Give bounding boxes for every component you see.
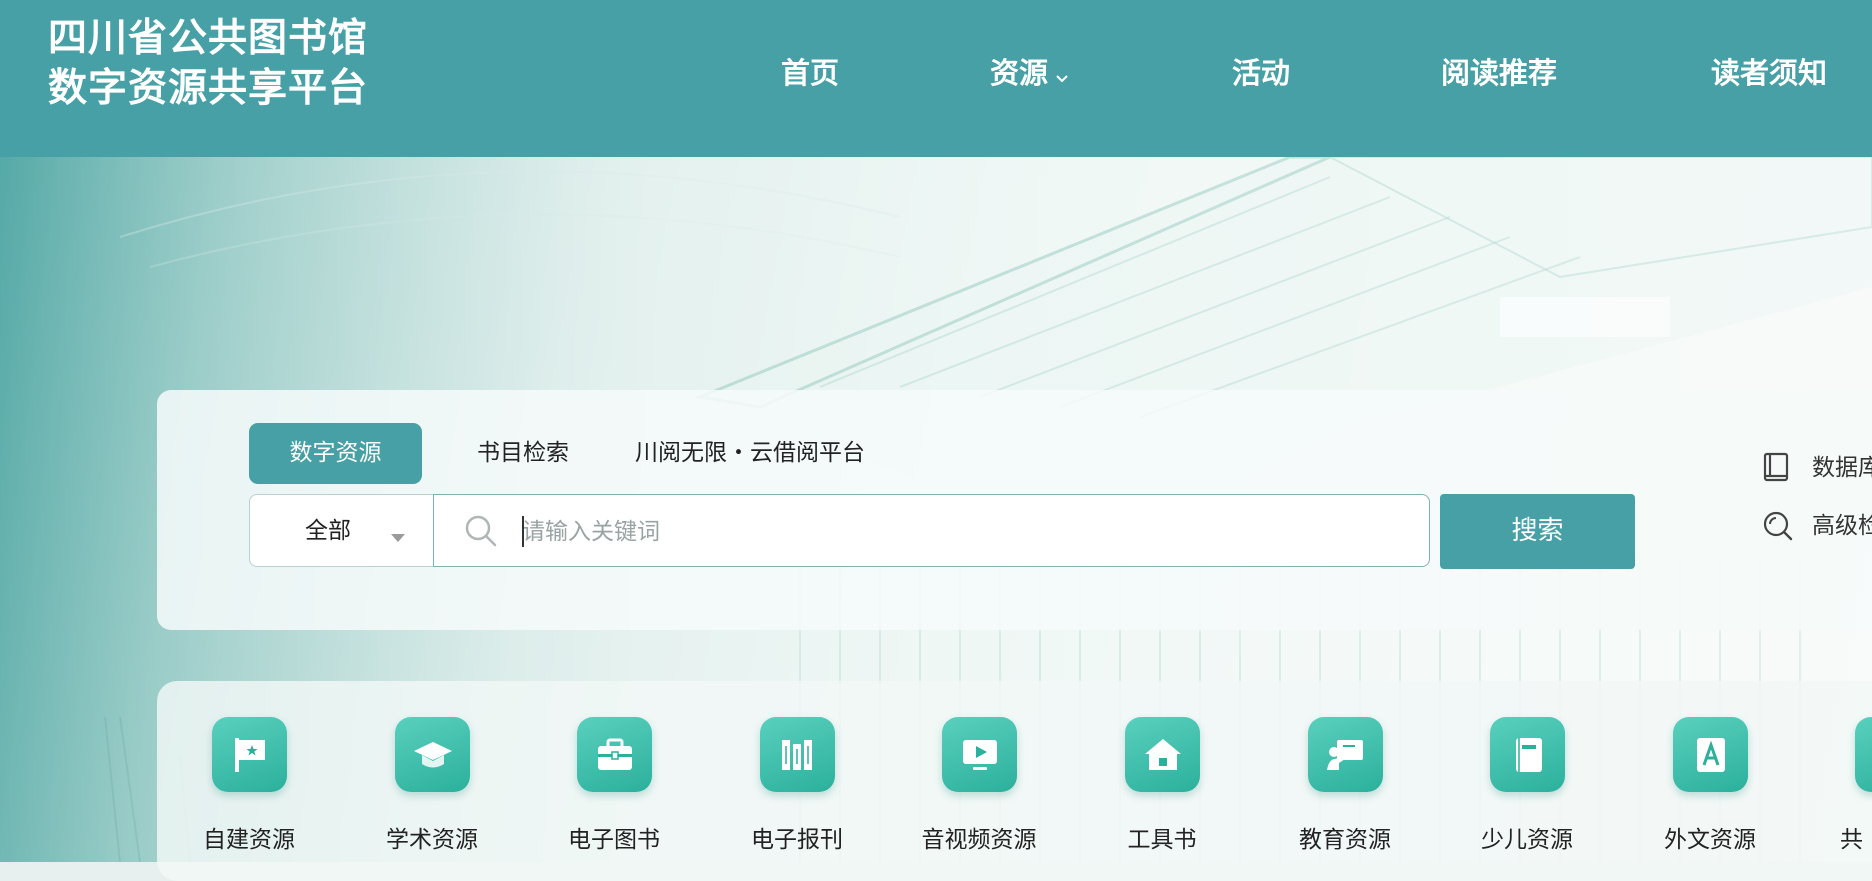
search-scope-select[interactable]: 全部 <box>249 494 433 567</box>
database-link-label: 数据库 <box>1812 455 1872 481</box>
text-cursor <box>522 516 524 547</box>
category-label: 电子报刊 <box>751 827 843 853</box>
search-box <box>433 494 1430 567</box>
category-icon <box>1855 717 1872 792</box>
video-icon <box>942 717 1017 792</box>
advanced-search-link-label: 高级检 <box>1812 513 1872 539</box>
letter-a-icon <box>1673 717 1748 792</box>
nav-item-label: 阅读推荐 <box>1441 56 1558 90</box>
nav-item-home[interactable]: 首页 <box>781 50 839 96</box>
nav-item-label: 活动 <box>1232 56 1291 90</box>
nav-item-activities[interactable]: 活动 <box>1232 50 1290 96</box>
category-label: 少儿资源 <box>1481 827 1573 853</box>
nav-item-label: 资源 <box>990 56 1049 90</box>
chevron-down-icon <box>1054 52 1070 98</box>
notebook-icon <box>1490 717 1565 792</box>
brand-title-line1: 四川省公共图书馆 <box>48 16 369 61</box>
search-panel: 数字资源 书目检索 川阅无限・云借阅平台 全部 搜索 数据库 高级检 <box>157 390 1872 630</box>
nav-item-label: 首页 <box>781 56 840 90</box>
site-logo-title[interactable]: 四川省公共图书馆 数字资源共享平台 <box>48 14 368 114</box>
search-scope-value: 全部 <box>305 518 351 544</box>
search-input[interactable] <box>520 509 1404 555</box>
site-header: 四川省公共图书馆 数字资源共享平台 首页 资源 活动 阅读推荐 读者须知 <box>0 0 1872 157</box>
category-label: 工具书 <box>1127 827 1197 853</box>
flag-icon <box>212 717 287 792</box>
book-icon <box>1762 452 1792 497</box>
category-label: 学术资源 <box>386 827 478 853</box>
search-icon <box>464 514 498 552</box>
graduation-cap-icon <box>395 717 470 792</box>
nav-item-reader-notice[interactable]: 读者须知 <box>1711 50 1827 96</box>
bookshelf-icon <box>760 717 835 792</box>
briefcase-icon <box>577 717 652 792</box>
nav-item-resources[interactable]: 资源 <box>990 50 1070 98</box>
resource-category-strip: 自建资源 学术资源 电子图书 电子报刊 音视频资源 工具书 教育资源 少儿资源 … <box>157 681 1872 881</box>
category-label: 共 <box>1840 827 1863 853</box>
brand-title-line2: 数字资源共享平台 <box>48 66 369 111</box>
category-label: 音视频资源 <box>921 827 1037 853</box>
nav-item-label: 读者须知 <box>1711 56 1828 90</box>
search-button-label: 搜索 <box>1511 516 1564 546</box>
category-label: 教育资源 <box>1299 827 1391 853</box>
tab-digital-resources[interactable]: 数字资源 <box>249 423 422 484</box>
tab-cloud-lending-platform[interactable]: 川阅无限・云借阅平台 <box>635 423 865 484</box>
tab-label: 书目检索 <box>477 440 569 466</box>
tab-label: 数字资源 <box>289 440 382 466</box>
advanced-search-icon <box>1762 510 1794 555</box>
teacher-board-icon <box>1308 717 1383 792</box>
tab-catalog-search[interactable]: 书目检索 <box>477 423 569 484</box>
home-icon <box>1125 717 1200 792</box>
category-label: 自建资源 <box>203 827 295 853</box>
nav-item-reading-recommendations[interactable]: 阅读推荐 <box>1441 50 1557 96</box>
tab-label: 川阅无限・云借阅平台 <box>635 440 865 466</box>
category-label: 电子图书 <box>568 827 660 853</box>
caret-down-icon <box>390 528 406 547</box>
category-label: 外文资源 <box>1664 827 1756 853</box>
search-button[interactable]: 搜索 <box>1440 494 1635 569</box>
